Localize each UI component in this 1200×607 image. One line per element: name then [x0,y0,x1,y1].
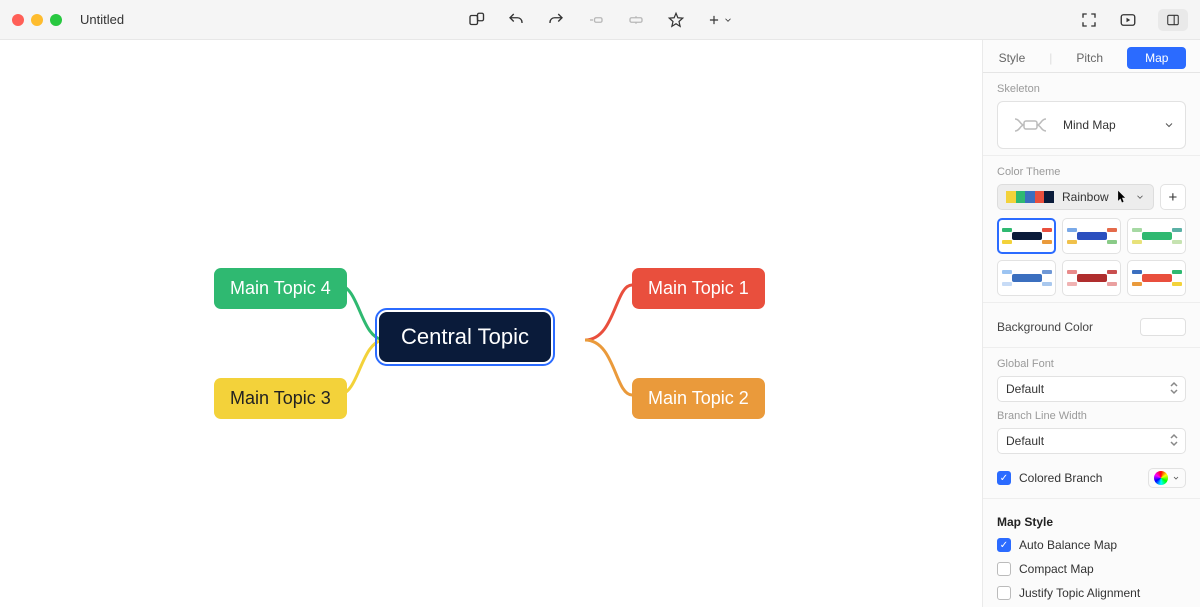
topic-4-node[interactable]: Main Topic 4 [214,268,347,309]
redo-icon[interactable] [547,11,565,29]
play-icon[interactable] [1118,11,1138,29]
titlebar: Untitled [0,0,1200,40]
global-font-label: Global Font [997,358,1186,370]
color-theme-label: Color Theme [997,166,1186,178]
colored-branch-checkbox[interactable]: ✓ [997,471,1011,485]
central-topic-node[interactable]: Central Topic [379,312,551,362]
updown-icon [1169,381,1179,398]
star-icon[interactable] [667,11,685,29]
window-close-button[interactable] [12,14,24,26]
branch-width-value: Default [1006,434,1044,448]
theme-preset-4[interactable] [997,260,1056,296]
mindmap-canvas[interactable]: Central Topic Main Topic 4 Main Topic 3 … [0,40,982,607]
chevron-down-icon [1163,119,1175,131]
colored-branch-picker[interactable] [1148,468,1186,488]
theme-preset-6[interactable] [1127,260,1186,296]
tab-style[interactable]: Style [997,51,1028,65]
compact-map-label: Compact Map [1019,562,1094,576]
add-menu-icon[interactable] [707,13,733,27]
inspector-tabs: Style | Pitch Map [983,43,1200,73]
color-theme-section: Color Theme Rainbow + [983,156,1200,303]
auto-balance-label: Auto Balance Map [1019,538,1117,552]
tab-pitch[interactable]: Pitch [1074,51,1105,65]
justify-alignment-label: Justify Topic Alignment [1019,586,1140,600]
window-zoom-button[interactable] [50,14,62,26]
tab-map[interactable]: Map [1127,47,1186,69]
background-label: Background Color [997,320,1093,334]
topic-2-node[interactable]: Main Topic 2 [632,378,765,419]
color-theme-value: Rainbow [1062,190,1109,204]
chevron-down-icon [1172,474,1180,482]
skeleton-thumb-icon [1008,113,1053,137]
fullscreen-icon[interactable] [1080,11,1098,29]
justify-alignment-checkbox[interactable] [997,586,1011,600]
background-section: Background Color [983,303,1200,348]
branch-width-label: Branch Line Width [997,410,1186,422]
insert-topic-icon [587,11,605,29]
background-color-swatch[interactable] [1140,318,1186,336]
font-branch-section: Global Font Default Branch Line Width De… [983,348,1200,499]
theme-preset-2[interactable] [1062,218,1121,254]
add-theme-button[interactable]: + [1160,184,1186,210]
theme-preset-1[interactable] [997,218,1056,254]
toolbar-center [467,0,733,40]
skeleton-section: Skeleton Mind Map [983,73,1200,156]
updown-icon [1169,433,1179,450]
colored-branch-label: Colored Branch [1019,471,1102,485]
toolbar-right [1080,0,1188,40]
color-theme-select[interactable]: Rainbow [997,184,1154,210]
undo-icon[interactable] [507,11,525,29]
theme-preset-5[interactable] [1062,260,1121,296]
cursor-icon [1117,190,1127,204]
outliner-toggle-icon[interactable] [467,11,485,29]
map-style-section: Map Style ✓ Auto Balance Map Compact Map… [983,499,1200,607]
global-font-select[interactable]: Default [997,376,1186,402]
topic-1-node[interactable]: Main Topic 1 [632,268,765,309]
skeleton-label: Skeleton [997,83,1186,95]
traffic-lights [12,14,62,26]
document-title: Untitled [80,12,124,27]
compact-map-checkbox[interactable] [997,562,1011,576]
topic-3-node[interactable]: Main Topic 3 [214,378,347,419]
skeleton-select[interactable]: Mind Map [997,101,1186,149]
skeleton-value: Mind Map [1063,118,1153,132]
rainbow-swatch-icon [1006,191,1054,203]
auto-balance-checkbox[interactable]: ✓ [997,538,1011,552]
color-wheel-icon [1154,471,1168,485]
inspector-toggle-icon[interactable] [1158,9,1188,31]
global-font-value: Default [1006,382,1044,396]
window-minimize-button[interactable] [31,14,43,26]
map-style-title: Map Style [997,515,1186,529]
branch-width-select[interactable]: Default [997,428,1186,454]
theme-preset-grid [997,218,1186,296]
chevron-down-icon [1135,192,1145,202]
theme-preset-3[interactable] [1127,218,1186,254]
insert-subtopic-icon [627,11,645,29]
inspector-panel: Style | Pitch Map Skeleton Mind Map Colo… [982,40,1200,607]
